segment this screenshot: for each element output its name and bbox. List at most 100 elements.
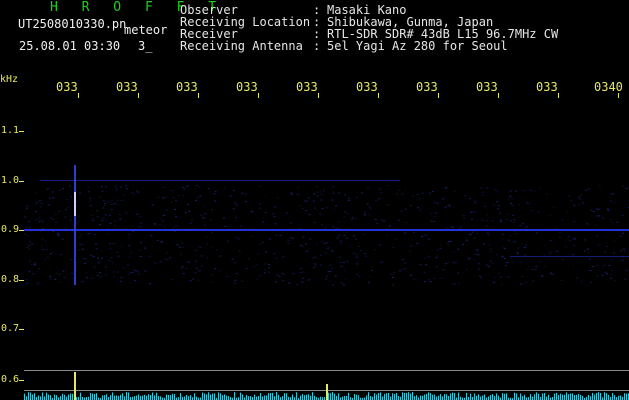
spectrum-bar bbox=[170, 395, 171, 400]
noise-speck bbox=[85, 272, 88, 274]
noise-speck bbox=[128, 244, 131, 246]
spectrum-bar bbox=[412, 392, 413, 400]
noise-speck bbox=[521, 275, 524, 277]
noise-speck bbox=[245, 268, 248, 269]
noise-speck bbox=[579, 198, 582, 200]
noise-speck bbox=[363, 213, 366, 215]
noise-speck bbox=[71, 272, 74, 274]
noise-speck bbox=[550, 239, 553, 241]
noise-speck bbox=[144, 270, 147, 272]
noise-speck bbox=[458, 282, 461, 284]
spectrum-bar bbox=[386, 393, 387, 400]
noise-speck bbox=[491, 262, 494, 264]
noise-speck bbox=[138, 249, 141, 251]
spectrum-bar bbox=[134, 396, 135, 400]
noise-speck bbox=[28, 244, 31, 246]
noise-speck bbox=[596, 275, 599, 277]
noise-speck bbox=[621, 215, 624, 217]
noise-speck bbox=[51, 191, 54, 193]
noise-speck bbox=[560, 279, 563, 281]
noise-speck bbox=[510, 220, 512, 222]
noise-speck bbox=[307, 279, 310, 281]
signal-line-lower bbox=[510, 256, 629, 257]
noise-speck bbox=[117, 255, 120, 257]
noise-speck bbox=[62, 187, 65, 189]
noise-speck bbox=[410, 274, 413, 276]
noise-speck bbox=[97, 262, 100, 264]
spectrum-bar bbox=[560, 393, 561, 400]
noise-speck bbox=[395, 193, 398, 195]
noise-speck bbox=[531, 210, 534, 212]
noise-speck bbox=[259, 203, 262, 205]
noise-speck bbox=[175, 199, 178, 201]
noise-speck bbox=[392, 277, 394, 279]
noise-speck bbox=[412, 195, 415, 197]
noise-speck bbox=[159, 224, 161, 225]
spectrum-bar bbox=[40, 396, 41, 400]
noise-speck bbox=[315, 185, 318, 187]
noise-speck bbox=[609, 194, 612, 195]
noise-speck bbox=[343, 270, 346, 271]
noise-speck bbox=[465, 268, 468, 270]
noise-speck bbox=[332, 186, 335, 188]
noise-speck bbox=[613, 240, 616, 242]
noise-speck bbox=[526, 269, 529, 271]
noise-speck bbox=[65, 226, 68, 228]
noise-speck bbox=[488, 244, 491, 246]
noise-speck bbox=[509, 235, 512, 237]
noise-speck bbox=[298, 193, 301, 195]
spectrum-bar bbox=[302, 394, 303, 400]
noise-speck bbox=[409, 250, 412, 252]
noise-speck bbox=[378, 198, 381, 200]
spectrum-bar bbox=[382, 396, 383, 400]
noise-speck bbox=[532, 280, 535, 282]
spectrum-bar bbox=[62, 393, 63, 400]
spectrum-bar bbox=[124, 396, 125, 400]
spectrum-bar bbox=[114, 395, 115, 400]
noise-speck bbox=[585, 190, 587, 191]
noise-speck bbox=[195, 199, 198, 201]
spectrum-bar bbox=[300, 395, 301, 400]
noise-speck bbox=[507, 276, 510, 278]
noise-speck bbox=[500, 284, 503, 286]
noise-speck bbox=[57, 235, 60, 237]
spectrum-bar bbox=[346, 395, 347, 400]
noise-speck bbox=[485, 264, 488, 266]
noise-speck bbox=[425, 264, 428, 266]
noise-speck bbox=[343, 235, 346, 237]
spectrum-bar bbox=[314, 395, 315, 400]
noise-speck bbox=[268, 267, 271, 269]
noise-speck bbox=[552, 206, 555, 208]
noise-speck bbox=[485, 225, 488, 227]
noise-speck bbox=[474, 202, 477, 204]
noise-speck bbox=[211, 232, 214, 234]
noise-speck bbox=[501, 239, 504, 241]
noise-speck bbox=[410, 245, 413, 247]
noise-speck bbox=[329, 264, 332, 266]
spectrum-bar bbox=[156, 392, 157, 400]
noise-speck bbox=[89, 200, 92, 202]
spectrum-bar bbox=[214, 393, 215, 400]
noise-speck bbox=[30, 263, 33, 265]
meteor-head-echo bbox=[74, 192, 76, 216]
spectrum-bar bbox=[194, 393, 195, 400]
noise-speck bbox=[519, 224, 522, 226]
spectrum-bar bbox=[126, 392, 127, 400]
noise-speck bbox=[285, 212, 288, 214]
noise-speck bbox=[529, 189, 532, 191]
noise-speck bbox=[392, 246, 395, 248]
noise-speck bbox=[620, 250, 623, 252]
noise-speck bbox=[482, 191, 484, 193]
noise-speck bbox=[233, 262, 236, 264]
noise-speck bbox=[523, 254, 526, 256]
noise-speck bbox=[404, 190, 407, 192]
noise-speck bbox=[616, 221, 619, 223]
noise-speck bbox=[26, 282, 29, 284]
noise-speck bbox=[175, 225, 178, 227]
noise-speck bbox=[511, 204, 514, 206]
noise-speck bbox=[481, 219, 484, 221]
noise-speck bbox=[487, 234, 490, 236]
noise-speck bbox=[210, 209, 213, 211]
noise-speck bbox=[503, 248, 506, 249]
noise-speck bbox=[207, 188, 210, 189]
